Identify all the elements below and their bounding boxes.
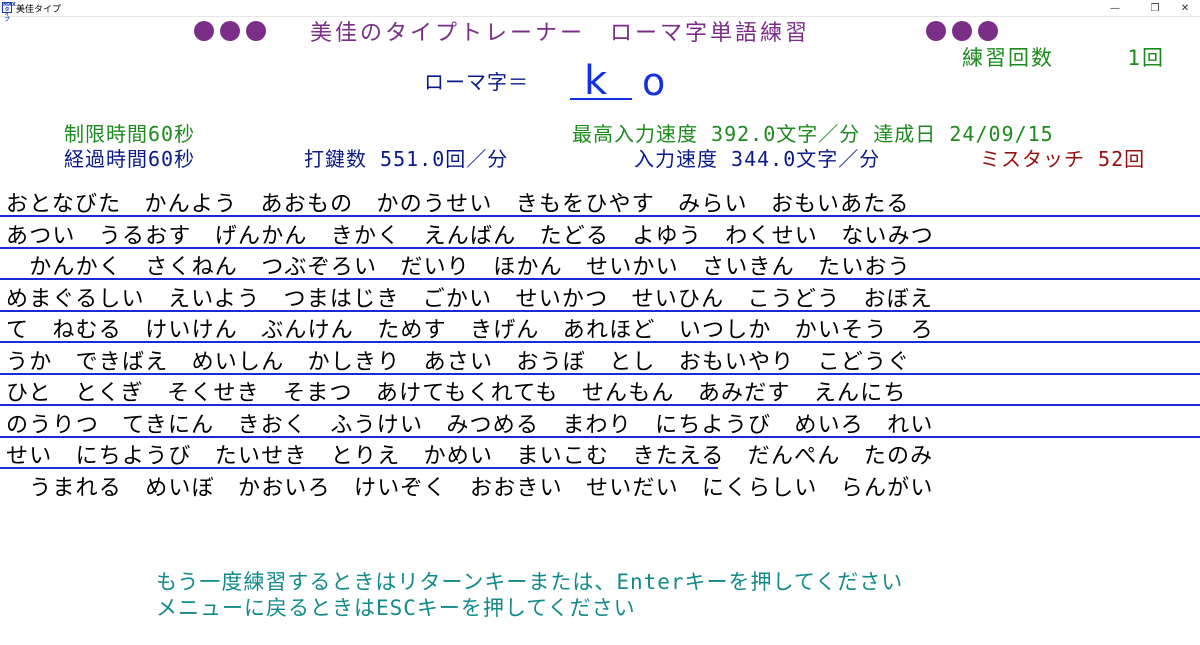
achieved-label: 達成日 — [873, 122, 937, 146]
typing-line: めまぐるしい えいよう つまはじき ごかい せいかつ せいひん こうどう おぼえ — [6, 286, 934, 312]
input-speed: 入力速度 344.0文字／分 — [634, 143, 880, 172]
practice-count-value: 1回 — [1127, 46, 1165, 70]
typing-line: おとなびた かんよう あおもの かのうせい きもをひやす みらい おもいあたる — [6, 192, 910, 217]
close-icon: ✕ — [1180, 2, 1190, 14]
page-title: 美佳のタイプトレーナー ローマ字単語練習 — [310, 21, 811, 46]
typing-line: かんかく さくねん つぶぞろい だいり ほかん せいかい さいきん たいおう — [6, 255, 911, 280]
typing-line: うか できばえ めいしん かしきり あさい おうぼ とし おもいやり こどうぐ — [6, 349, 911, 375]
keystrokes: 打鍵数 551.0回／分 — [304, 143, 508, 172]
decor-dots-left — [194, 18, 266, 44]
dot-icon — [978, 21, 998, 41]
dot-icon — [952, 21, 972, 41]
romaji-cursor-underline — [570, 98, 632, 100]
dot-icon — [926, 21, 946, 41]
romaji-next-char: o — [642, 60, 666, 104]
maximize-icon: ❐ — [1150, 2, 1160, 14]
maximize-button[interactable]: ❐ — [1138, 0, 1172, 16]
minimize-button[interactable]: — — [1098, 0, 1132, 16]
minimize-icon: — — [1110, 2, 1120, 14]
keystrokes-label: 打鍵数 — [304, 147, 367, 171]
typing-text-area: おとなびた かんよう あおもの かのうせい きもをひやす みらい おもいあたるあ… — [0, 186, 1200, 506]
practice-count: 練習回数 1回 — [962, 42, 1165, 72]
app-icon: MAX タイプ — [2, 2, 16, 23]
typing-line: あつい うるおす げんかん きかく えんばん たどる よゆう わくせい ないみつ — [6, 223, 935, 249]
dot-icon — [246, 21, 266, 41]
input-speed-label: 入力速度 — [634, 147, 718, 171]
menu-message: メニューに戻るときはESCキーを押してください — [156, 596, 636, 620]
practice-count-label: 練習回数 — [962, 46, 1054, 70]
typing-line: ひと とくぎ そくせき そまつ あけてもくれても せんもん あみだす えんにち — [6, 381, 907, 406]
dot-icon — [194, 21, 214, 41]
typing-line: せい にちようび たいせき とりえ かめい まいこむ きたえる だんぺん たのみ — [6, 444, 934, 469]
mistouch-value: 52回 — [1098, 147, 1146, 171]
typing-line: のうりつ てきにん きおく ふうけい みつめる まわり にちようび めいろ れい — [6, 412, 934, 438]
close-button[interactable]: ✕ — [1168, 0, 1200, 16]
keystrokes-value: 551.0回／分 — [380, 147, 509, 171]
window-title: 美佳タイプ — [16, 5, 62, 15]
dot-icon — [220, 21, 240, 41]
mistouch-label: ミスタッチ — [980, 147, 1085, 171]
typing-line: て ねむる けいけん ぶんけん ためす きげん あれほど いつしか かいそう ろ — [6, 318, 935, 343]
input-speed-value: 344.0文字／分 — [731, 147, 881, 171]
mistouch: ミスタッチ 52回 — [980, 143, 1145, 172]
typing-line: うまれる めいぼ かおいろ けいぞく おおきい せいだい にくらしい らんがい — [6, 475, 934, 501]
romaji-label: ローマ字＝ — [424, 70, 529, 94]
elapsed-time: 経過時間60秒 — [64, 147, 196, 171]
decor-dots-right — [926, 18, 998, 44]
